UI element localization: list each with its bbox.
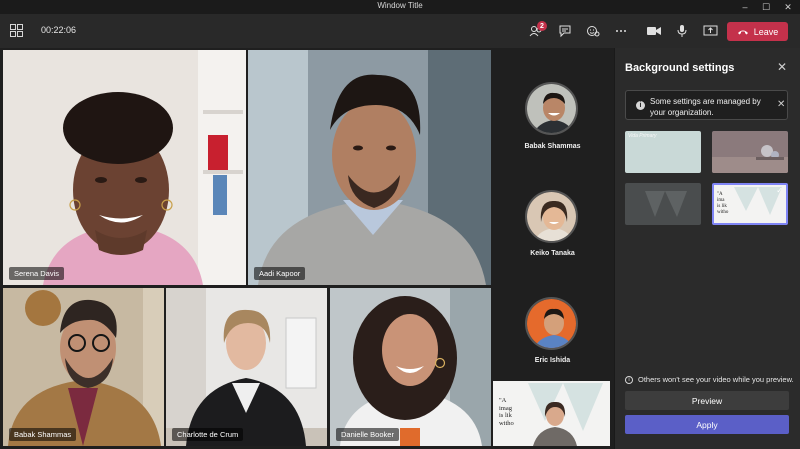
phone-hangup-icon <box>737 30 748 35</box>
participant-name-tag: Serena Davis <box>9 267 65 280</box>
background-option-vida-primary[interactable]: Vida Primary <box>625 131 701 173</box>
apply-button[interactable]: Apply <box>625 415 789 434</box>
avatar-keiko-tanaka[interactable] <box>525 190 578 243</box>
leave-button[interactable]: Leave <box>727 22 788 41</box>
background-quote-text: "A ima is lik witho <box>717 192 729 215</box>
close-window-icon[interactable]: ✕ <box>778 0 798 14</box>
video-tile-aadi-kapoor[interactable]: Aadi Kapoor <box>248 50 491 285</box>
background-settings-panel: Background settings ✕ i Some settings ar… <box>614 48 800 449</box>
video-tile-danielle-booker[interactable]: Danielle Booker <box>330 288 491 446</box>
share-screen-icon[interactable] <box>701 22 719 40</box>
participant-video <box>330 288 491 446</box>
participant-roster: Babak Shammas Keiko Tanaka Eric Ishida <box>492 48 613 378</box>
managed-settings-notice: i Some settings are managed by your orga… <box>625 90 788 120</box>
video-tile-babak-shammas[interactable]: Babak Shammas <box>3 288 164 446</box>
participant-name-tag: Babak Shammas <box>9 428 77 441</box>
avatar-babak-shammas[interactable] <box>525 82 578 135</box>
participant-name-tag: Charlotte de Crum <box>172 428 244 441</box>
more-options-icon[interactable] <box>612 22 630 40</box>
participant-video <box>166 288 327 446</box>
background-option-quote-selected[interactable]: "A ima is lik witho ✓ <box>712 183 788 225</box>
chat-icon[interactable] <box>556 22 574 40</box>
roster-name: Babak Shammas <box>524 143 581 150</box>
self-preview-tile[interactable]: "A imag is lik witho <box>493 381 610 446</box>
participant-name-tag: Danielle Booker <box>336 428 399 441</box>
avatar-eric-ishida[interactable] <box>525 297 578 350</box>
layout-grid-icon[interactable] <box>10 24 23 37</box>
participant-video <box>3 50 246 285</box>
meeting-toolbar: 00:22:06 2 Leave <box>0 14 800 48</box>
video-tile-serena-davis[interactable]: Serena Davis <box>3 50 246 285</box>
close-panel-icon[interactable]: ✕ <box>777 60 787 74</box>
info-icon: i <box>636 101 645 110</box>
participant-video <box>3 288 164 446</box>
minimize-icon[interactable]: – <box>735 0 755 14</box>
preview-note: i Others won't see your video while you … <box>625 375 794 384</box>
window-title: Window Title <box>377 1 423 10</box>
video-tile-charlotte-de-crum[interactable]: Charlotte de Crum <box>166 288 327 446</box>
maximize-icon[interactable]: ☐ <box>756 0 776 14</box>
title-bar: Window Title – ☐ ✕ <box>0 0 800 14</box>
microphone-icon[interactable] <box>673 22 691 40</box>
roster-name: Eric Ishida <box>534 357 571 364</box>
panel-title: Background settings <box>625 62 735 74</box>
camera-icon[interactable] <box>645 22 663 40</box>
reactions-icon[interactable] <box>584 22 602 40</box>
info-icon: i <box>625 375 633 384</box>
background-option-dark-logo[interactable] <box>625 183 701 225</box>
preview-button[interactable]: Preview <box>625 391 789 410</box>
participant-name-tag: Aadi Kapoor <box>254 267 306 280</box>
dismiss-notice-icon[interactable]: ✕ <box>777 99 785 110</box>
selected-check-icon: ✓ <box>776 186 783 195</box>
roster-name: Keiko Tanaka <box>530 250 575 257</box>
meeting-timer: 00:22:06 <box>41 25 77 35</box>
background-option-office[interactable] <box>712 131 788 173</box>
leave-label: Leave <box>753 26 779 37</box>
self-preview-quote: "A imag is lik witho <box>499 397 514 427</box>
background-brand-label: Vida Primary <box>628 133 657 139</box>
participants-badge: 2 <box>537 21 547 31</box>
participant-video <box>248 50 491 285</box>
preview-note-text: Others won't see your video while you pr… <box>638 375 794 384</box>
notice-text: Some settings are managed by your organi… <box>650 97 761 117</box>
